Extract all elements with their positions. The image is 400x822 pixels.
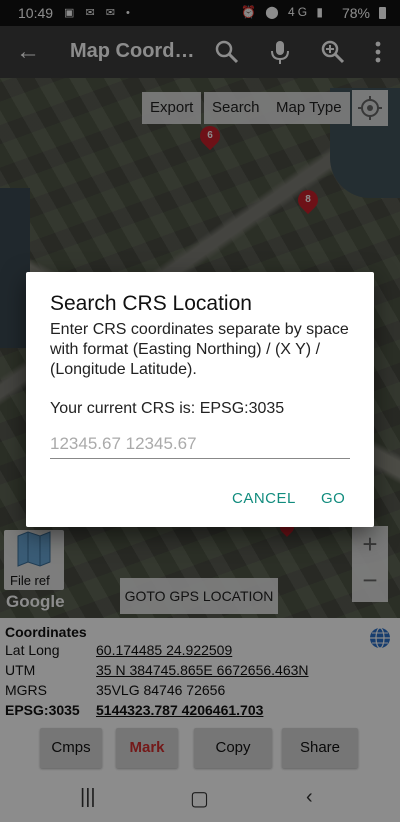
crs-coordinates-input[interactable]: [50, 430, 350, 459]
current-crs-text: Your current CRS is: EPSG:3035: [50, 400, 285, 417]
dialog-message: Enter CRS coordinates separate by space …: [50, 321, 349, 378]
cancel-button[interactable]: CANCEL: [232, 490, 296, 507]
search-crs-dialog: Search CRS Location Enter CRS coordinate…: [26, 272, 374, 527]
go-button[interactable]: GO: [321, 490, 345, 507]
dialog-title: Search CRS Location: [50, 292, 252, 315]
